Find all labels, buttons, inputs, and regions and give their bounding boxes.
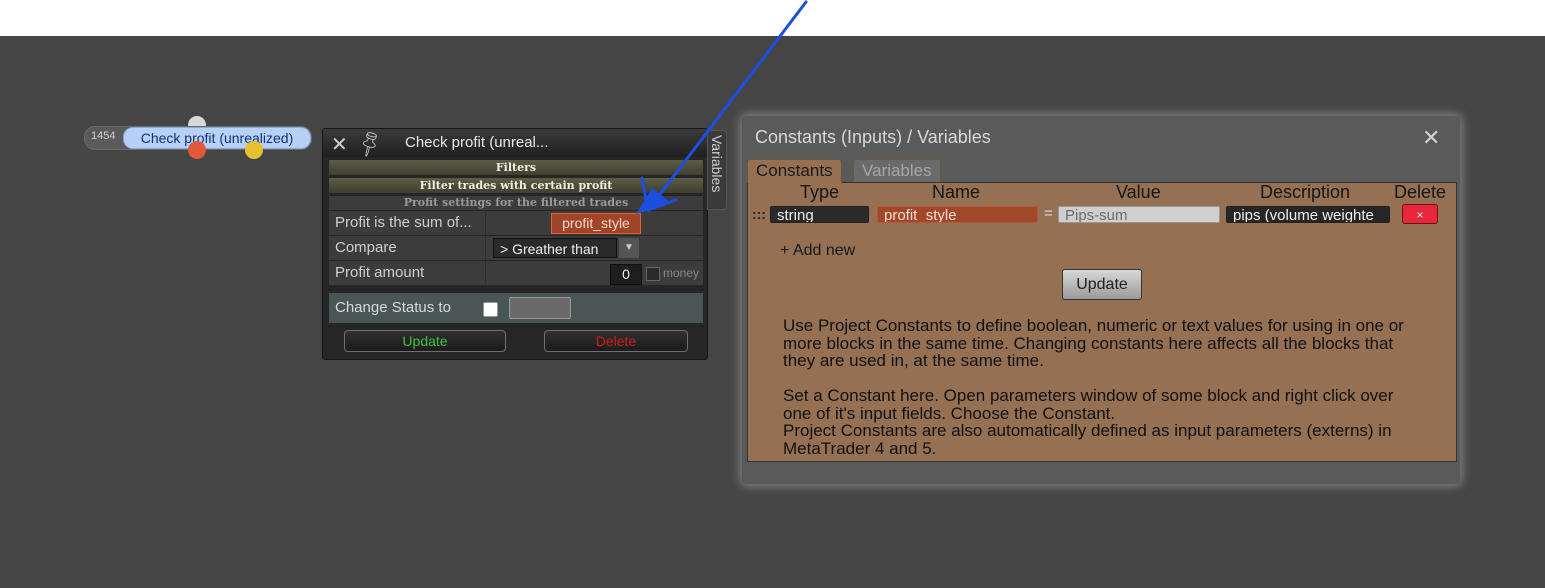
column-header-type: Type	[800, 182, 840, 202]
constant-value-input[interactable]: Pips-sum	[1058, 206, 1220, 223]
change-status-input[interactable]	[509, 297, 571, 319]
constant-description-input[interactable]: pips (volume weighte	[1226, 206, 1390, 223]
parameters-titlebar[interactable]: ✕ 📌︎ Check profit (unreal...	[323, 126, 707, 160]
help-text: Project Constants are also automatically…	[783, 421, 1392, 458]
block-node-id: 1454	[91, 130, 116, 142]
field-label: Profit is the sum of...	[335, 214, 472, 231]
parameters-window-title: Check profit (unreal...	[405, 134, 549, 151]
section-profit-settings: Profit settings for the filtered trades	[329, 196, 703, 210]
money-label: money	[663, 266, 700, 280]
close-icon[interactable]: ✕	[1422, 125, 1440, 151]
field-row-profit-amount: Profit amount 0 money	[329, 261, 703, 285]
column-header-description: Description	[1260, 182, 1351, 202]
update-button[interactable]: Update	[344, 330, 506, 352]
compare-select[interactable]: > Greather than	[493, 238, 617, 258]
column-header-name: Name	[932, 182, 981, 202]
help-text: Set a Constant here. Open parameters win…	[783, 386, 1394, 423]
drag-handle-icon[interactable]: :::	[752, 206, 766, 222]
constants-panel: Type Name Value Description Delete ::: s…	[747, 182, 1457, 462]
update-button[interactable]: Update	[1062, 269, 1142, 300]
variables-tab-label: Variables	[709, 135, 725, 193]
field-label: Compare	[335, 239, 397, 256]
tab-variables[interactable]: Variables	[853, 159, 941, 182]
node-output-connector-red[interactable]	[188, 141, 206, 159]
change-status-row: Change Status to	[329, 293, 703, 323]
constant-type-select[interactable]: string	[770, 206, 869, 223]
field-row-profit-sum: Profit is the sum of... profit_style	[329, 211, 703, 235]
equals-sign: =	[1044, 205, 1053, 222]
change-status-checkbox[interactable]	[483, 302, 498, 317]
constant-name-input[interactable]: profit_style	[877, 206, 1038, 223]
close-icon[interactable]: ✕	[331, 132, 348, 157]
variables-side-tab[interactable]: Variables	[707, 130, 727, 210]
block-node-title[interactable]: Check profit (unrealized)	[123, 127, 311, 149]
chevron-down-icon[interactable]: ▼	[619, 238, 639, 258]
profit-amount-input[interactable]: 0	[610, 264, 642, 285]
column-header-value: Value	[1116, 182, 1161, 202]
block-parameters-window: ✕ 📌︎ Check profit (unreal... Filters Fil…	[322, 128, 708, 360]
help-text: Use Project Constants to define boolean,…	[783, 316, 1404, 370]
delete-constant-button[interactable]: ×	[1402, 204, 1438, 224]
add-new-link[interactable]: + Add new	[780, 242, 855, 260]
field-row-compare: Compare > Greather than ▼	[329, 236, 703, 260]
section-filters[interactable]: Filters	[329, 160, 703, 175]
tab-constants[interactable]: Constants	[747, 159, 842, 183]
pin-icon[interactable]: 📌︎	[352, 126, 386, 160]
delete-button[interactable]: Delete	[544, 330, 688, 352]
constants-dialog: Constants (Inputs) / Variables ✕ Constan…	[742, 116, 1460, 484]
column-header-delete: Delete	[1394, 182, 1447, 202]
node-output-connector-yellow[interactable]	[245, 141, 263, 159]
profit-sum-input[interactable]: profit_style	[551, 213, 641, 234]
dialog-title: Constants (Inputs) / Variables	[755, 127, 991, 147]
section-filter-trades[interactable]: Filter trades with certain profit	[329, 178, 703, 193]
money-checkbox[interactable]	[646, 267, 660, 281]
field-label: Profit amount	[335, 264, 425, 281]
change-status-label: Change Status to	[335, 299, 451, 316]
